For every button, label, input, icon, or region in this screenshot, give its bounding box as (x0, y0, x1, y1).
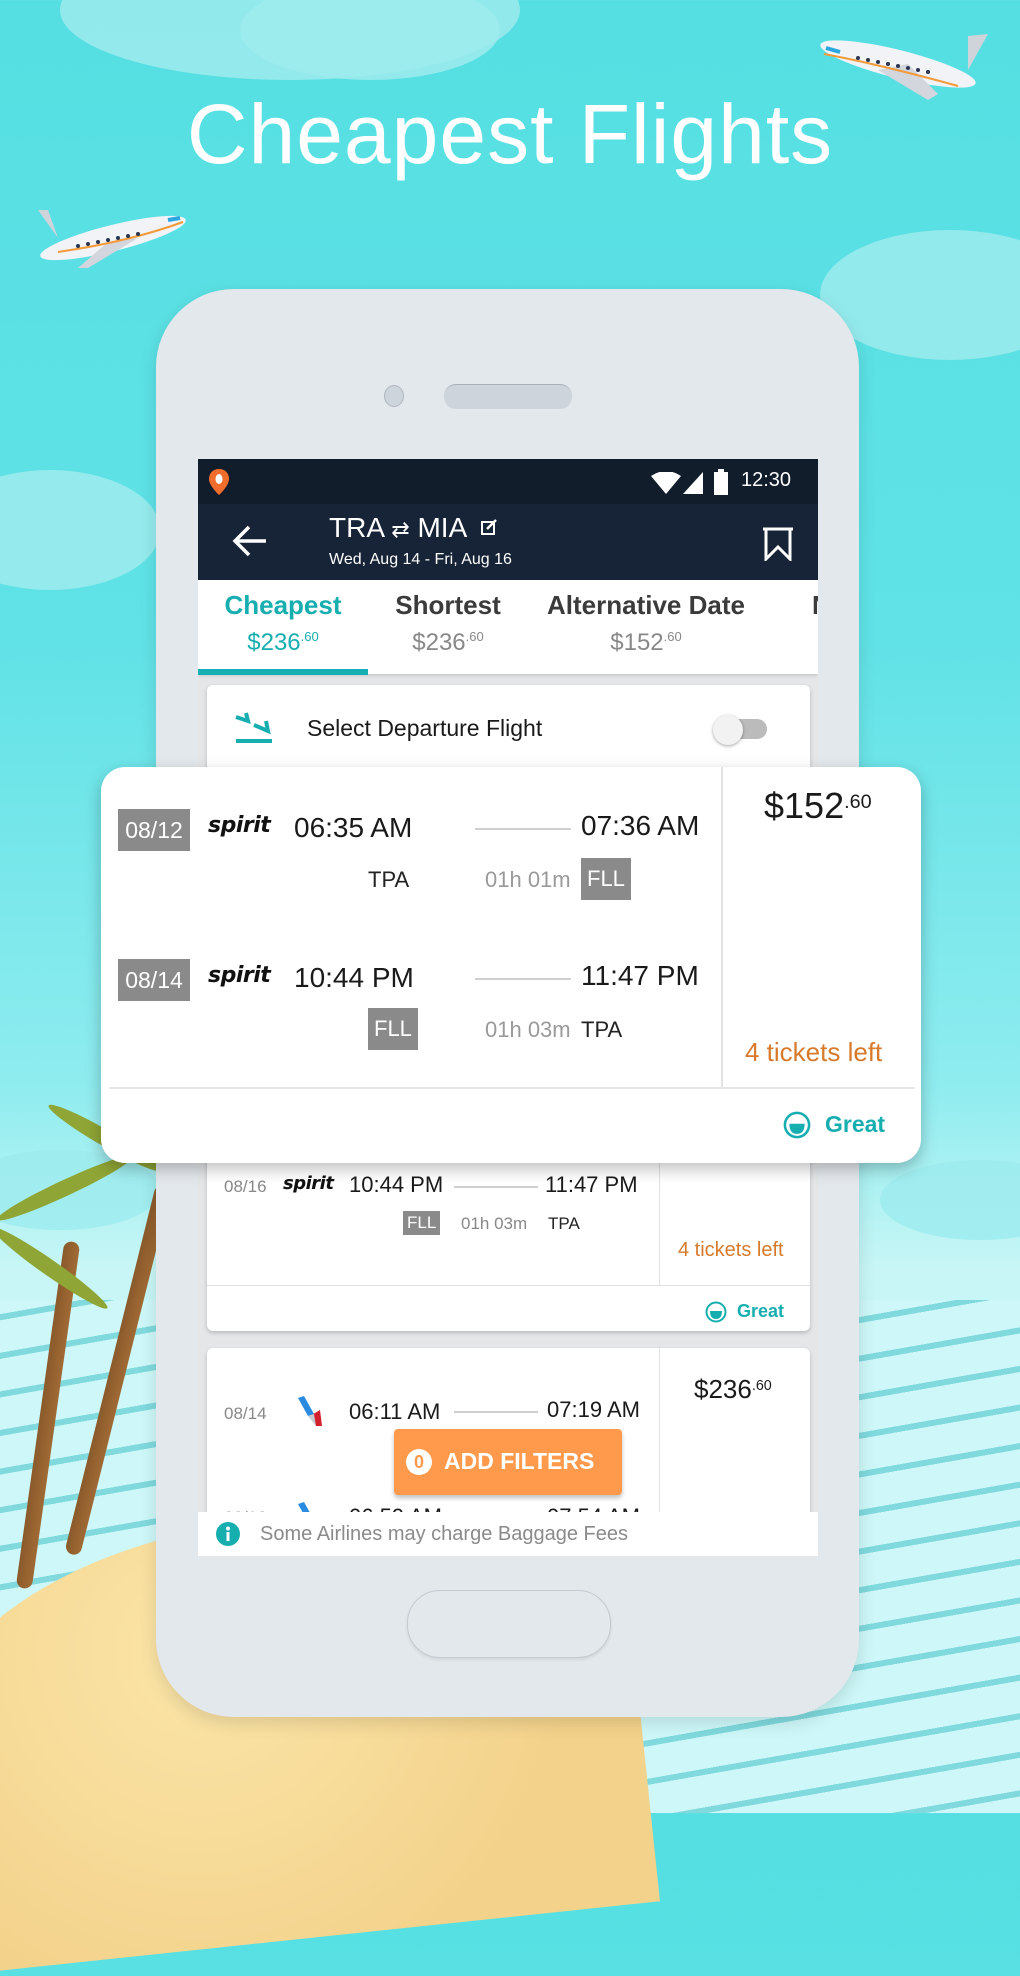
edit-icon[interactable] (481, 519, 498, 535)
headline: Cheapest Flights (186, 87, 834, 181)
arrive-time: 07:19 AM (547, 1397, 640, 1422)
cloud (880, 1160, 1020, 1240)
flight-result-card[interactable]: 08/16 spirit 10:44 PM 11:47 PM FLL 01h 0… (207, 1139, 810, 1331)
rating-label: Great (737, 1301, 785, 1321)
phone-speaker (444, 384, 572, 409)
add-filters-button[interactable]: 0 ADD FILTERS (394, 1429, 622, 1495)
battery-icon (714, 469, 728, 495)
arrive-time: 11:47 PM (581, 960, 699, 991)
tab-alternative-date[interactable]: Alternative Date $152.60 (528, 590, 764, 657)
origin-airport: FLL (403, 1211, 441, 1235)
destination-code: MIA (417, 512, 466, 543)
status-time: 12:30 (741, 469, 792, 491)
airplane-icon (38, 210, 186, 268)
departure-plane-icon (235, 712, 272, 743)
airline-logo-spirit: spirit (208, 813, 271, 838)
wifi-icon (651, 472, 681, 494)
home-button[interactable] (407, 1590, 611, 1658)
route-line (475, 828, 571, 830)
signal-icon (683, 472, 703, 494)
baggage-notice: Some Airlines may charge Baggage Fees (198, 1512, 818, 1556)
depart-time: 06:35 AM (294, 812, 413, 843)
smiley-rating-icon (705, 1301, 727, 1323)
flight-duration: 01h 01m (485, 867, 571, 892)
info-icon (216, 1522, 240, 1546)
departure-toggle[interactable] (713, 715, 767, 745)
fare-price: $152.60 (764, 785, 872, 826)
tab-more[interactable]: N (812, 590, 818, 621)
arrive-time: 07:36 AM (581, 810, 700, 841)
rating-label: Great (825, 1111, 886, 1137)
active-tab-indicator (198, 669, 368, 675)
airline-logo-spirit: spirit (283, 1173, 334, 1194)
arrive-time: 11:47 PM (545, 1172, 638, 1197)
depart-time: 10:44 PM (349, 1172, 444, 1197)
origin-airport: FLL (368, 1008, 418, 1050)
travel-dates: Wed, Aug 14 - Fri, Aug 16 (329, 551, 512, 568)
tickets-left: 4 tickets left (678, 1239, 784, 1261)
destination-airport: TPA (548, 1214, 580, 1233)
tab-shortest[interactable]: Shortest $236.60 (368, 590, 528, 657)
leg-date: 08/14 (118, 959, 190, 1001)
fare-price: $236.60 (694, 1374, 772, 1404)
route-line (475, 978, 571, 980)
route-line (454, 1411, 538, 1413)
leg-date: 08/14 (224, 1404, 267, 1423)
depart-time: 10:44 PM (294, 962, 414, 993)
american-airlines-logo-icon (298, 1396, 322, 1426)
airline-logo-spirit: spirit (208, 963, 271, 988)
swap-icon: ⇄ (391, 517, 410, 542)
departure-header: Select Departure Flight (207, 685, 810, 775)
smiley-rating-icon (783, 1111, 811, 1139)
depart-time: 06:11 AM (349, 1399, 441, 1424)
destination-airport: FLL (581, 858, 631, 900)
cloud (0, 470, 160, 590)
leg-date: 08/16 (224, 1177, 267, 1196)
location-pin-icon (209, 469, 229, 495)
tickets-left: 4 tickets left (745, 1037, 883, 1067)
sort-tabs: Cheapest $236.60 Shortest $236.60 Altern… (198, 580, 818, 675)
flight-duration: 01h 03m (485, 1017, 571, 1042)
featured-flight-card[interactable]: 08/12 spirit 06:35 AM 07:36 AM TPA 01h 0… (101, 767, 921, 1163)
baggage-notice-text: Some Airlines may charge Baggage Fees (260, 1523, 628, 1545)
app-bar: TRA ⇄ MIA Wed, Aug 14 - Fri, Aug 16 (198, 504, 818, 580)
status-bar: 12:30 (198, 459, 818, 504)
origin-code: TRA (329, 512, 384, 543)
route-line (454, 1186, 538, 1188)
destination-airport: TPA (581, 1017, 623, 1042)
route-title[interactable]: TRA ⇄ MIA (329, 512, 498, 544)
tab-cheapest[interactable]: Cheapest $236.60 (198, 590, 368, 657)
add-filters-label: ADD FILTERS (444, 1448, 595, 1474)
flight-duration: 01h 03m (461, 1214, 528, 1233)
departure-label: Select Departure Flight (307, 715, 543, 741)
back-arrow-icon[interactable] (232, 524, 268, 558)
filter-count-badge: 0 (406, 1449, 432, 1475)
bookmark-icon[interactable] (761, 527, 795, 561)
origin-airport: TPA (368, 867, 410, 892)
phone-camera (384, 385, 404, 407)
leg-date: 08/12 (118, 809, 190, 851)
